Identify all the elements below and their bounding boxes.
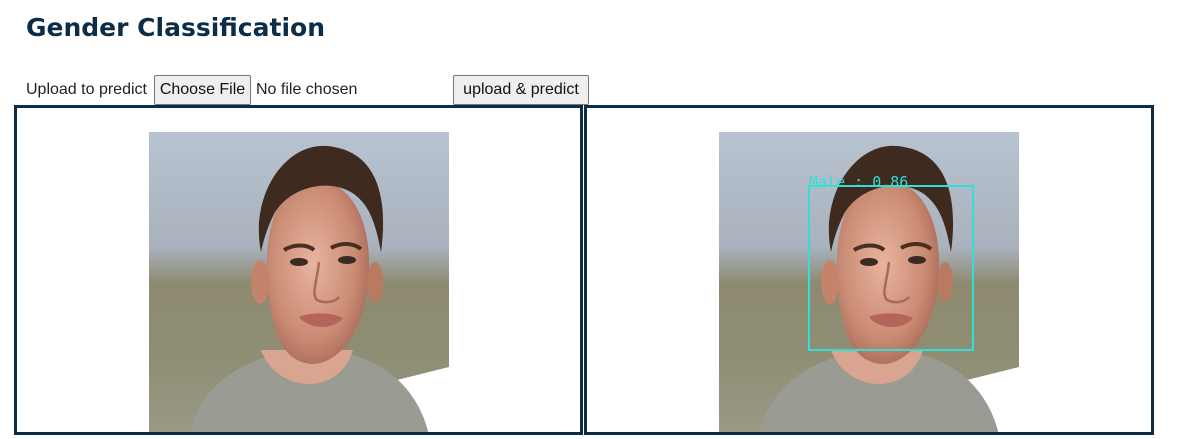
upload-predict-button[interactable]: upload & predict [453,75,589,105]
page-title: Gender Classification [26,13,325,42]
upload-label: Upload to predict [26,81,147,98]
input-face-image [149,132,449,432]
prediction-label: Male : 0.86 [809,173,908,191]
choose-file-button[interactable]: Choose File [154,75,251,105]
file-status-text: No file chosen [256,81,358,98]
upload-form: Upload to predict Choose File No file ch… [26,75,626,105]
prediction-image-panel: Male : 0.86 [584,105,1154,435]
predicted-face-image: Male : 0.86 [719,132,1019,432]
input-image-panel [14,105,583,435]
